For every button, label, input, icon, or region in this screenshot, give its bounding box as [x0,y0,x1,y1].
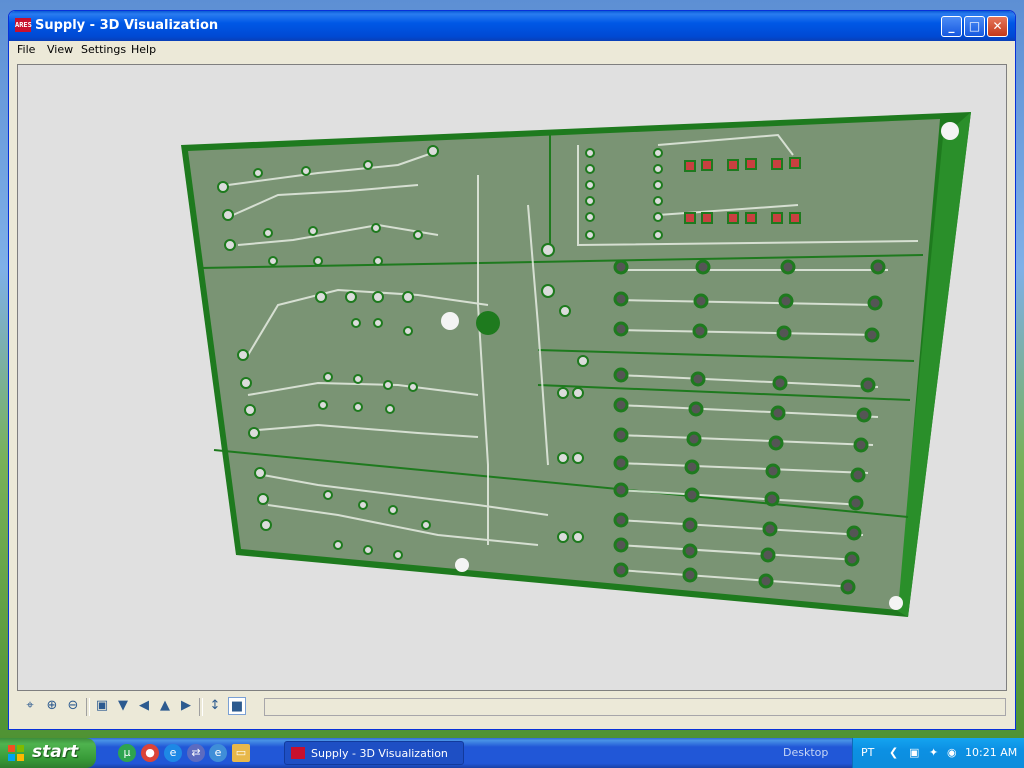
status-field [264,698,1006,716]
network-icon[interactable]: ⇄ [187,744,205,762]
taskbar-window-label: Supply - 3D Visualization [311,747,448,760]
system-tray: PT ❮ ▣ ✦ ◉ 10:21 AM [852,738,1024,768]
view-toolbar: ⌖ ⊕ ⊖ ▣ ▼ ◀ ▲ ▶ ↕ ■ [11,695,1013,719]
ares-app-icon: ARES [15,18,32,32]
app-tray-icon[interactable]: ◉ [947,746,957,759]
mounting-hole [941,122,959,140]
chrome-icon[interactable]: ● [141,744,159,762]
mounting-hole [441,312,459,330]
copper-pad [476,311,500,335]
window-title: Supply - 3D Visualization [35,18,219,33]
security-tray-icon[interactable]: ✦ [929,746,938,759]
windows-logo-icon [8,745,24,761]
pcb-3d-view[interactable] [18,65,1006,690]
close-button[interactable]: ✕ [987,16,1008,37]
toolbar-separator [199,698,203,716]
toolbar-separator [86,698,90,716]
maximize-button[interactable]: □ [964,16,985,37]
zoom-in-icon[interactable]: ⊕ [43,697,61,715]
clock[interactable]: 10:21 AM [965,746,1017,759]
language-indicator[interactable]: PT [861,746,874,759]
mounting-hole [455,558,469,572]
start-button[interactable]: start [0,738,96,768]
view-left-icon[interactable]: ◀ [135,697,153,715]
desktop-toolbar-label[interactable]: Desktop [783,746,828,759]
view-back-icon[interactable]: ▲ [156,697,174,715]
utorrent-icon[interactable]: µ [118,744,136,762]
zoom-out-icon[interactable]: ⊖ [64,697,82,715]
internet-explorer-icon[interactable]: e [164,744,182,762]
height-icon[interactable]: ↕ [206,697,224,715]
menu-bar: File View Settings Help [11,41,1013,59]
mounting-hole [889,596,903,610]
menu-file[interactable]: File [17,43,35,56]
menu-view[interactable]: View [47,43,73,56]
tray-expand-icon[interactable]: ❮ [889,746,898,759]
component-icon[interactable]: ■ [228,697,246,715]
view-right-icon[interactable]: ▶ [177,697,195,715]
taskbar-window-button[interactable]: Supply - 3D Visualization [284,741,464,765]
view-front-icon[interactable]: ▼ [114,697,132,715]
taskbar: start µ ● e ⇄ e ▭ Supply - 3D Visualizat… [0,738,1024,768]
browser-icon[interactable]: e [209,744,227,762]
3d-viewport[interactable] [17,64,1007,691]
minimize-button[interactable]: _ [941,16,962,37]
view-top-icon[interactable]: ▣ [93,697,111,715]
title-bar[interactable]: ARES Supply - 3D Visualization _ □ ✕ [9,11,1015,41]
ares-app-icon [291,747,305,759]
menu-help[interactable]: Help [131,43,156,56]
menu-settings[interactable]: Settings [81,43,126,56]
crosshair-icon[interactable]: ⌖ [21,697,39,715]
network-tray-icon[interactable]: ▣ [909,746,919,759]
app-window: ARES Supply - 3D Visualization _ □ ✕ Fil… [8,10,1016,730]
start-label: start [32,742,79,762]
folder-icon[interactable]: ▭ [232,744,250,762]
